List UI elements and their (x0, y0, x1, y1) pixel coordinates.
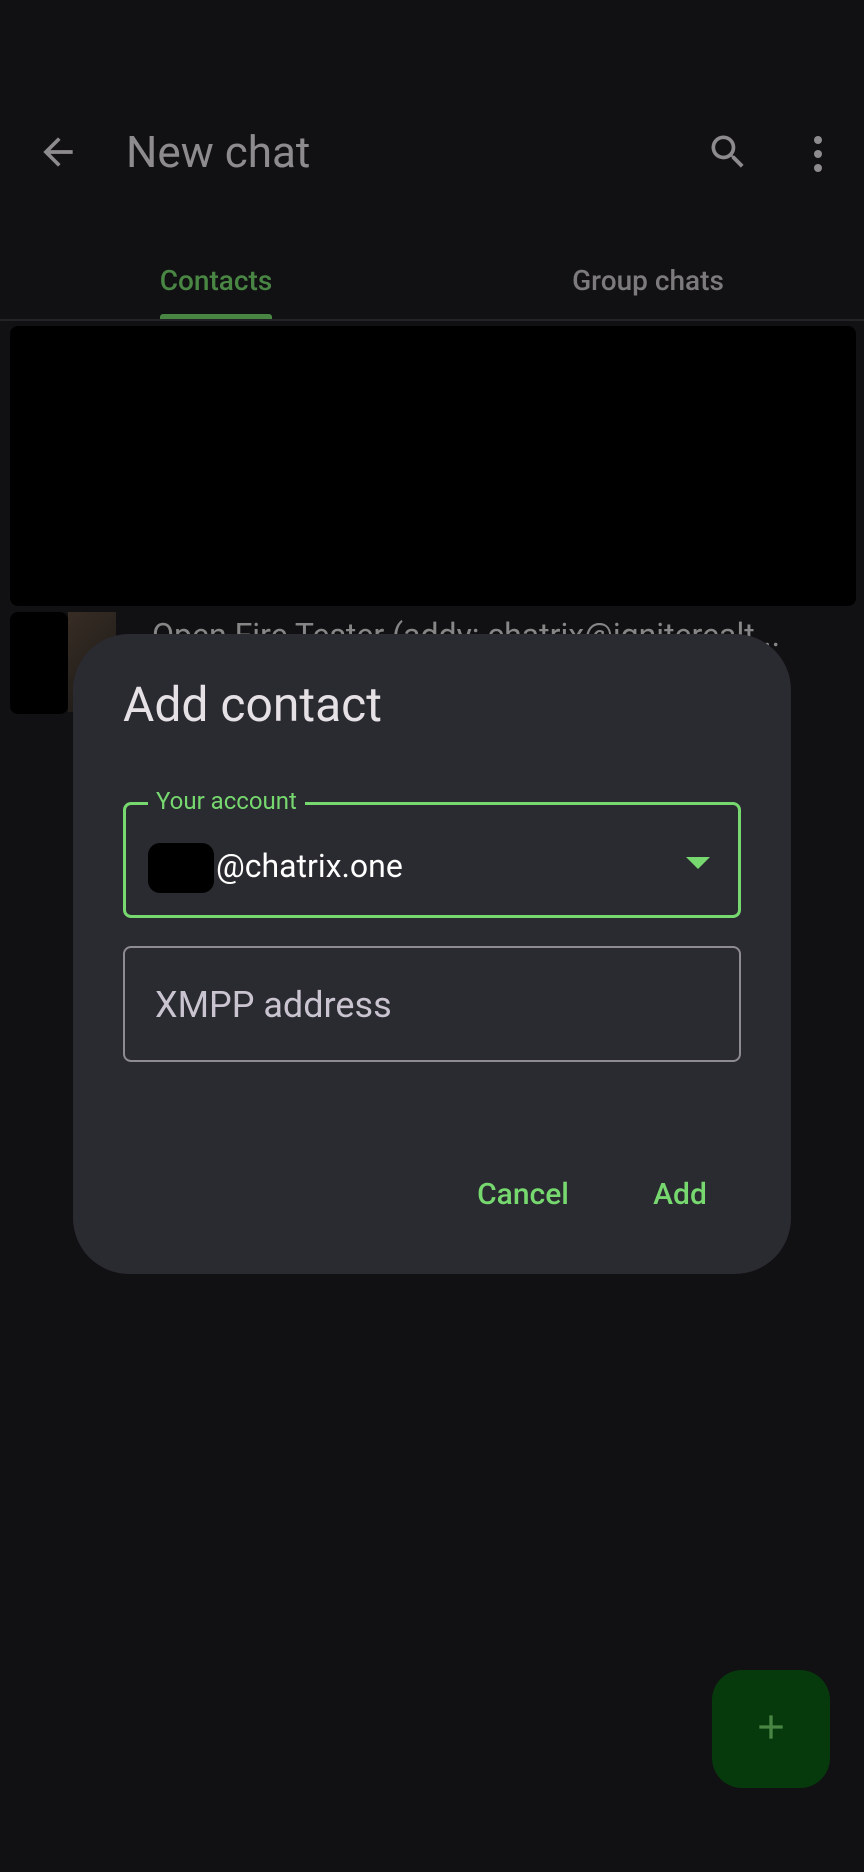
add-contact-dialog: Add contact Your account @chatrix.one Ca… (73, 634, 791, 1274)
redacted-username (148, 843, 214, 893)
account-select[interactable]: Your account @chatrix.one (123, 787, 741, 918)
dialog-title: Add contact (123, 676, 383, 733)
xmpp-address-input[interactable] (155, 978, 715, 1032)
account-value: @chatrix.one (216, 847, 403, 885)
xmpp-address-field[interactable] (123, 946, 741, 1062)
account-field-label: Your account (148, 787, 305, 815)
add-button[interactable]: Add (625, 1164, 735, 1224)
arrow-drop-down-icon[interactable] (678, 851, 718, 875)
cancel-button[interactable]: Cancel (453, 1164, 593, 1224)
